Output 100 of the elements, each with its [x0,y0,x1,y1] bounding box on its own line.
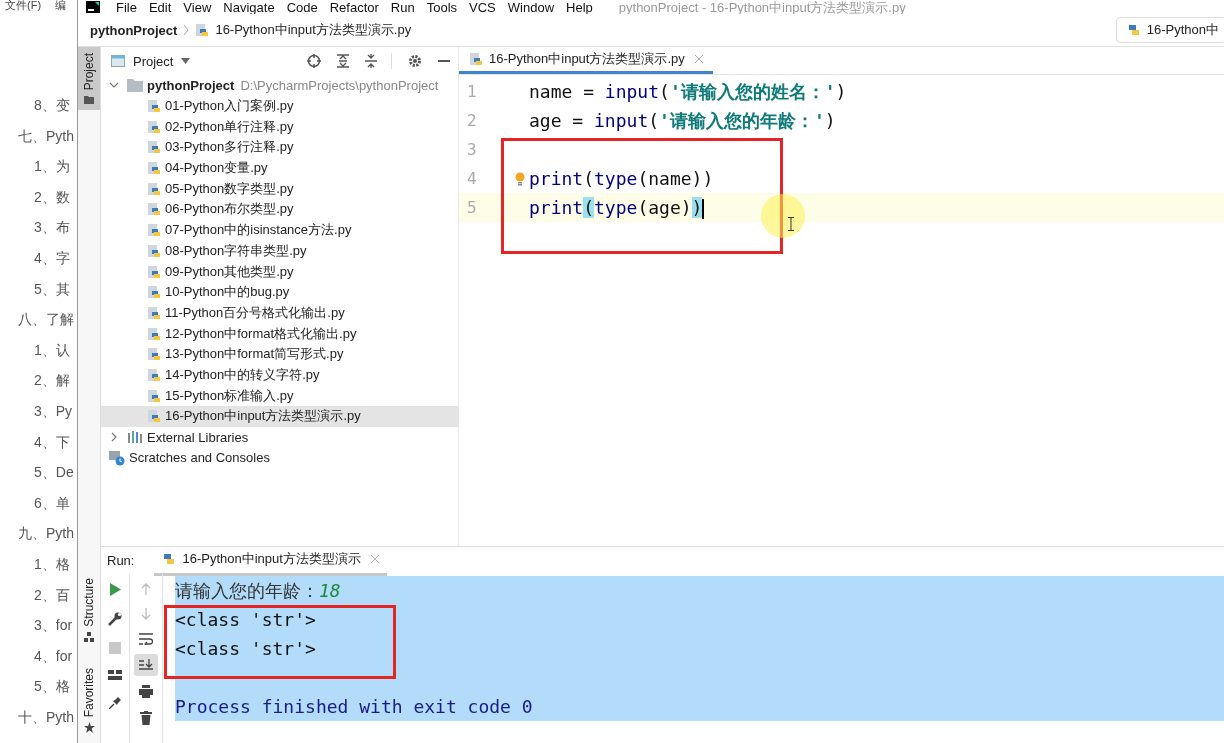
outline-item[interactable]: 5、De [0,457,77,488]
tree-item[interactable]: 01-Python入门案例.py [101,95,458,117]
tree-item[interactable]: 04-Python变量.py [101,157,458,179]
tree-item[interactable]: 02-Python单行注释.py [101,116,458,138]
menu-item[interactable]: 编 [55,0,67,14]
wrench-icon[interactable] [108,612,122,626]
tree-item[interactable]: Scratches and Consoles [101,447,458,469]
tree-item[interactable]: 06-Python布尔类型.py [101,199,458,220]
console-line: 请输入您的年龄：18 [175,578,341,603]
outline-item[interactable]: 1、为 [0,151,77,182]
breadcrumb-project[interactable]: pythonProject [90,22,178,38]
python-file-icon [147,409,161,424]
expand-all-icon[interactable] [337,54,349,68]
text-cursor-icon [788,217,794,231]
tree-item[interactable]: External Libraries [101,426,458,448]
outline-item[interactable]: 1、认 [0,334,77,366]
outline-item[interactable]: 八、了解 [0,304,77,335]
chevron-icon[interactable] [109,432,119,443]
run-icon[interactable] [109,583,121,596]
favorites-tool-tab[interactable]: Favorites [78,661,100,739]
menu-item[interactable]: Help [566,0,593,14]
tree-item[interactable]: pythonProject D:\PycharmProjects\pythonProject [101,75,458,96]
python-file-icon [147,119,161,134]
python-file-icon [195,23,210,37]
scratches-icon [109,449,125,466]
python-file-icon [147,285,161,300]
collapse-all-icon[interactable] [365,54,377,68]
cursor-highlight [761,194,805,238]
outline-item[interactable]: 6、单 [0,487,77,519]
outline-item[interactable]: 3、布 [0,212,77,243]
code-line: print(type(age)) [529,196,704,219]
menu-item[interactable]: Window [507,0,555,14]
outline-item[interactable]: 2、百 [0,579,77,611]
python-file-icon [147,305,161,320]
star-icon [83,722,95,733]
tree-item[interactable]: 03-Python多行注释.py [101,137,458,158]
tree-item[interactable]: 16-Python中input方法类型演示.py [101,406,458,427]
menu-item[interactable]: 文件(F) [5,0,42,14]
print-icon[interactable] [139,685,153,698]
outline-item[interactable]: 3、Py [0,395,77,427]
outline-item[interactable]: 七、Pyth [0,120,77,152]
outline-item[interactable]: 1、格 [0,548,77,580]
layout-icon[interactable] [108,670,122,680]
tree-item[interactable]: 13-Python中format简写形式.py [101,343,458,365]
outline-item[interactable]: 5、其 [0,273,77,305]
python-file-icon [147,326,161,341]
tree-item[interactable]: 12-Python中format格式化输出.py [101,323,458,344]
tree-item[interactable]: 10-Python中的bug.py [101,281,458,303]
lightbulb-icon[interactable] [515,172,525,186]
window-title: pythonProject - 16-Python中input方法类型演示.py [618,0,906,14]
python-file-icon [147,367,161,382]
menu-item[interactable]: Refactor [329,0,379,14]
code-line: name = input('请输入您的姓名：') [529,79,847,104]
panel-title[interactable]: Project [133,53,174,69]
outline-item[interactable]: 3、for [0,610,77,641]
tree-item[interactable]: 15-Python标准输入.py [101,385,458,406]
locate-icon[interactable] [307,54,321,68]
outline-item[interactable]: 2、数 [0,181,77,213]
breadcrumb-file[interactable]: 16-Python中input方法类型演示.py [215,21,412,39]
console-line: <class 'str'> [175,638,316,659]
trash-icon[interactable] [140,711,152,725]
tree-item[interactable]: 11-Python百分号格式化输出.py [101,302,458,324]
python-file-icon [147,161,161,176]
outline-item[interactable]: 5、格 [0,671,77,702]
outline-item[interactable]: 4、字 [0,242,77,274]
python-file-icon [147,347,161,362]
outline-item[interactable]: 十、Pyth [0,701,77,733]
menu-item[interactable]: File [116,0,137,14]
scroll-to-end-icon[interactable] [134,654,158,676]
dropdown-caret-icon[interactable] [181,58,191,64]
soft-wrap-icon[interactable] [139,633,153,645]
python-file-icon [147,223,161,238]
outline-item[interactable]: 2、解 [0,365,77,396]
folder-icon [84,95,94,105]
python-file-icon [147,181,161,196]
python-file-icon [147,140,161,155]
tree-item[interactable]: 08-Python字符串类型.py [101,240,458,262]
outline-item[interactable]: 4、for [0,640,77,672]
tree-item[interactable]: 07-Python中的isinstance方法.py [101,219,458,241]
tree-item[interactable]: 05-Python数字类型.py [101,178,458,200]
menu-item[interactable]: Code [286,0,318,14]
tree-item[interactable]: 14-Python中的转义字符.py [101,364,458,386]
menu-item[interactable]: Edit [148,0,172,14]
outline-item[interactable]: 4、下 [0,426,77,458]
outline-item[interactable]: 8、变 [0,90,77,121]
structure-tool-tab[interactable]: Structure [78,571,100,648]
pin-icon[interactable] [108,696,122,709]
menu-item[interactable]: VCS [469,0,496,14]
menu-item[interactable]: Tools [426,0,458,14]
menu-item[interactable]: Navigate [223,0,275,14]
settings-icon[interactable] [408,54,422,68]
outline-item[interactable]: 九、Pyth [0,518,77,549]
menu-item[interactable]: Run [390,0,415,14]
project-tool-tab[interactable]: Project [78,47,100,111]
run-configuration-dropdown[interactable]: 16-Python中 [1115,17,1224,43]
editor-tab[interactable]: 16-Python中input方法类型演示.py [459,47,713,74]
console-line: Process finished with exit code 0 [175,696,533,717]
menu-item[interactable]: View [183,0,212,14]
python-icon [162,552,177,566]
tree-item[interactable]: 09-Python其他类型.py [101,261,458,282]
